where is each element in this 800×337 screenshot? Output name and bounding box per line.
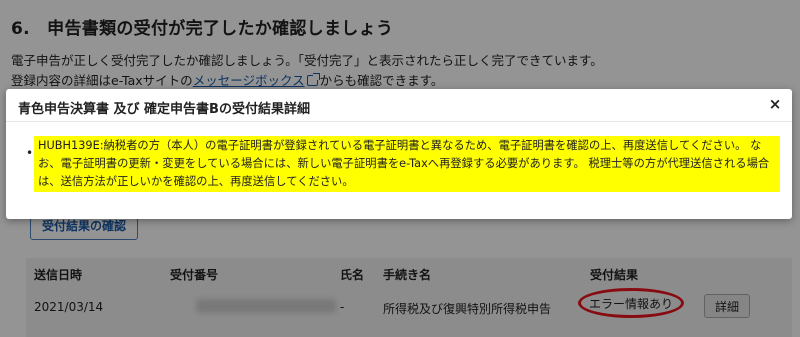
modal-title: 青色申告決算書 及び 確定申告書Bの受付結果詳細 [18, 102, 310, 117]
modal-header: 青色申告決算書 及び 確定申告書Bの受付結果詳細 × [6, 89, 792, 122]
close-icon[interactable]: × [768, 97, 782, 112]
error-message: HUBH139E:納税者の方（本人）の電子証明書が登録されている電子証明書と異な… [34, 136, 780, 192]
modal-body: • HUBH139E:納税者の方（本人）の電子証明書が登録されている電子証明書と… [6, 122, 792, 219]
list-bullet: • [26, 146, 34, 160]
result-detail-modal: 青色申告決算書 及び 確定申告書Bの受付結果詳細 × • HUBH139E:納税… [6, 89, 792, 219]
